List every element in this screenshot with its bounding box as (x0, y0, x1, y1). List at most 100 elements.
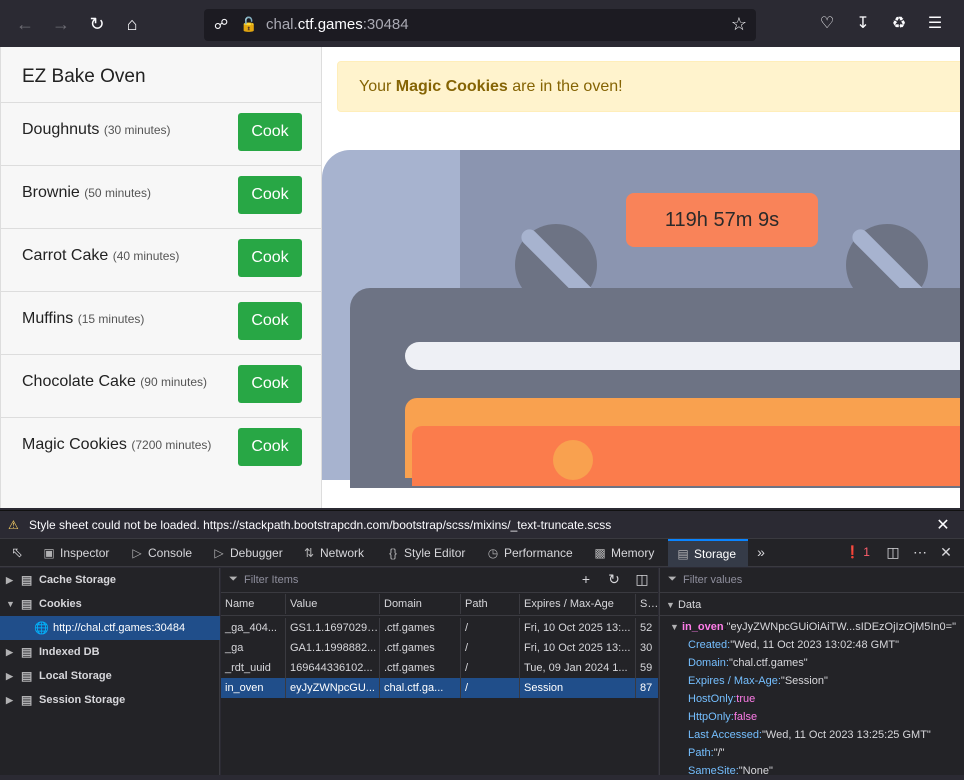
pick-element-icon[interactable]: ⬁ (8, 544, 26, 562)
cook-magic-cookies-button[interactable]: Cook (238, 428, 302, 466)
filter-items-input[interactable]: Filter Items (244, 574, 298, 586)
close-devtools-icon[interactable]: ✕ (937, 544, 955, 562)
tree-item-cookie-origin[interactable]: 🌐 http://chal.ctf.games:30484 (0, 616, 220, 640)
recipe-name: Carrot Cake (22, 247, 109, 264)
recipe-name: Doughnuts (22, 121, 100, 138)
database-icon: ▤ (21, 669, 33, 683)
database-icon: ▤ (21, 693, 33, 707)
cook-carrot-cake-button[interactable]: Cook (238, 239, 302, 277)
tree-item-session-storage[interactable]: ▶ ▤ Session Storage (0, 688, 220, 712)
collapse-icon: ▼ (670, 622, 679, 632)
recipe-duration: (7200 minutes) (131, 438, 212, 452)
column-header[interactable]: Value (286, 594, 380, 614)
collapse-icon: ▼ (6, 599, 15, 609)
tree-item-cookies[interactable]: ▼ ▤ Cookies (0, 592, 220, 616)
recipe-name: Chocolate Cake (22, 373, 136, 390)
tree-item-local-storage[interactable]: ▶ ▤ Local Storage (0, 664, 220, 688)
cook-doughnuts-button[interactable]: Cook (238, 113, 302, 151)
recipe-name: Brownie (22, 184, 80, 201)
toggle-sidebar-icon[interactable]: ◫ (632, 571, 652, 589)
back-arrow-icon[interactable]: ← (12, 11, 38, 37)
downloads-icon[interactable]: ↧ (852, 13, 874, 35)
extensions-icon[interactable]: ♻ (888, 13, 910, 35)
column-header[interactable]: Expires / Max-Age (520, 594, 636, 614)
style-editor-icon: {} (388, 546, 397, 560)
memory-icon: ▩ (594, 546, 606, 560)
tab-storage[interactable]: ▤ Storage (668, 539, 748, 567)
table-row[interactable]: _rdt_uuid 169644336102... .ctf.games / T… (221, 658, 658, 678)
recipe-name: Muffins (22, 310, 74, 327)
data-section-header[interactable]: ▼ Data (660, 594, 964, 616)
tree-item-cache-storage[interactable]: ▶ ▤ Cache Storage (0, 568, 220, 592)
inspector-icon: ▣ (43, 546, 55, 560)
insecure-lock-icon[interactable]: 🔓 (240, 16, 257, 34)
cook-brownie-button[interactable]: Cook (238, 176, 302, 214)
bookmark-star-icon[interactable]: ☆ (728, 14, 750, 36)
cook-muffins-button[interactable]: Cook (238, 302, 302, 340)
close-icon[interactable]: ✕ (934, 515, 952, 534)
column-header[interactable]: Name (221, 594, 286, 614)
home-icon[interactable]: ⌂ (119, 11, 145, 37)
cookies-table: ⏷ Filter Items + ↻ ◫ Name Value Domain P… (221, 568, 658, 775)
shield-icon[interactable]: ☍ (214, 16, 230, 34)
tab-network[interactable]: ⇅ Network (302, 539, 364, 567)
tab-performance[interactable]: ◷ Performance (486, 539, 573, 567)
recipe-sidebar: EZ Bake Oven Doughnuts (30 minutes) Cook… (0, 47, 322, 508)
table-row[interactable]: _ga GA1.1.1998882... .ctf.games / Fri, 1… (221, 638, 658, 658)
more-tabs-icon[interactable]: » (752, 544, 770, 562)
pocket-icon[interactable]: ♡ (816, 13, 838, 35)
data-domain: Domain:"chal.ctf.games" (688, 657, 808, 669)
recipe-row-carrot-cake: Carrot Cake (40 minutes) Cook (1, 228, 322, 291)
expand-icon: ▶ (6, 695, 13, 705)
filter-icon: ⏷ (229, 573, 238, 585)
expand-icon: ▶ (6, 647, 13, 657)
forward-arrow-icon[interactable]: → (48, 11, 74, 37)
column-header[interactable]: Size (636, 594, 658, 614)
expand-icon: ▶ (6, 671, 13, 681)
column-header[interactable]: Domain (380, 594, 461, 614)
tab-debugger[interactable]: ▷ Debugger (212, 539, 282, 567)
tab-console[interactable]: ▷ Console (130, 539, 192, 567)
recipe-name: Magic Cookies (22, 436, 127, 453)
reload-icon[interactable]: ↻ (84, 11, 110, 37)
url-text[interactable]: chal.ctf.games:30484 (266, 16, 409, 33)
error-count-badge[interactable]: ❗ 1 (845, 545, 870, 559)
network-icon: ⇅ (303, 546, 315, 560)
database-icon: ▤ (21, 573, 33, 587)
refresh-icon[interactable]: ↻ (604, 571, 624, 589)
tab-style-editor[interactable]: {} Style Editor (386, 539, 465, 567)
url-bar[interactable]: ☍ 🔓 chal.ctf.games:30484 ☆ (204, 9, 756, 41)
performance-icon: ◷ (487, 546, 499, 560)
filter-values-input[interactable]: Filter values (683, 574, 742, 586)
data-last-accessed: Last Accessed:"Wed, 11 Oct 2023 13:25:25… (688, 729, 931, 741)
recipe-duration: (15 minutes) (77, 312, 145, 326)
filter-icon: ⏷ (668, 573, 677, 585)
database-icon: ▤ (21, 597, 33, 611)
column-header[interactable]: Path (461, 594, 520, 614)
cook-chocolate-cake-button[interactable]: Cook (238, 365, 302, 403)
more-options-icon[interactable]: ⋯ (911, 544, 929, 562)
expand-icon: ▶ (6, 575, 13, 585)
tab-memory[interactable]: ▩ Memory (593, 539, 654, 567)
menu-icon[interactable]: ☰ (924, 13, 946, 35)
storage-icon: ▤ (677, 547, 689, 561)
responsive-mode-icon[interactable]: ◫ (884, 544, 902, 562)
console-warning-bar: ⚠ Style sheet could not be loaded. https… (0, 510, 964, 538)
app-title: EZ Bake Oven (22, 66, 146, 87)
table-row-selected[interactable]: in_oven eyJyZWNpcGU... chal.ctf.ga... / … (221, 678, 658, 698)
cookie-data-sidebar: ⏷ Filter values ▼ Data ▼ in_oven:"eyJyZW… (659, 568, 964, 777)
devtools-tabbar: ⬁ ▣ Inspector ▷ Console ▷ Debugger ⇅ Network… (0, 538, 964, 567)
console-message: Style sheet could not be loaded. https:/… (29, 518, 612, 532)
add-item-icon[interactable]: + (576, 571, 596, 589)
data-created: Created:"Wed, 11 Oct 2023 13:02:48 GMT" (688, 639, 900, 651)
recipe-duration: (30 minutes) (103, 123, 171, 137)
table-row[interactable]: _ga_404... GS1.1.169702920... .ctf.games… (221, 618, 658, 638)
data-path: Path:"/" (688, 747, 725, 759)
oven-alert: Your Magic Cookies are in the oven! (337, 61, 960, 112)
collapse-icon: ▼ (666, 600, 675, 610)
storage-tree: ▶ ▤ Cache Storage ▼ ▤ Cookies 🌐 http://chal.c… (0, 568, 220, 775)
recipe-row-muffins: Muffins (15 minutes) Cook (1, 291, 322, 354)
data-root[interactable]: ▼ in_oven:"eyJyZWNpcGUiOiAiTW...sIDEzOjI… (670, 618, 956, 636)
tab-inspector[interactable]: ▣ Inspector (42, 539, 109, 567)
tree-item-indexed-db[interactable]: ▶ ▤ Indexed DB (0, 640, 220, 664)
